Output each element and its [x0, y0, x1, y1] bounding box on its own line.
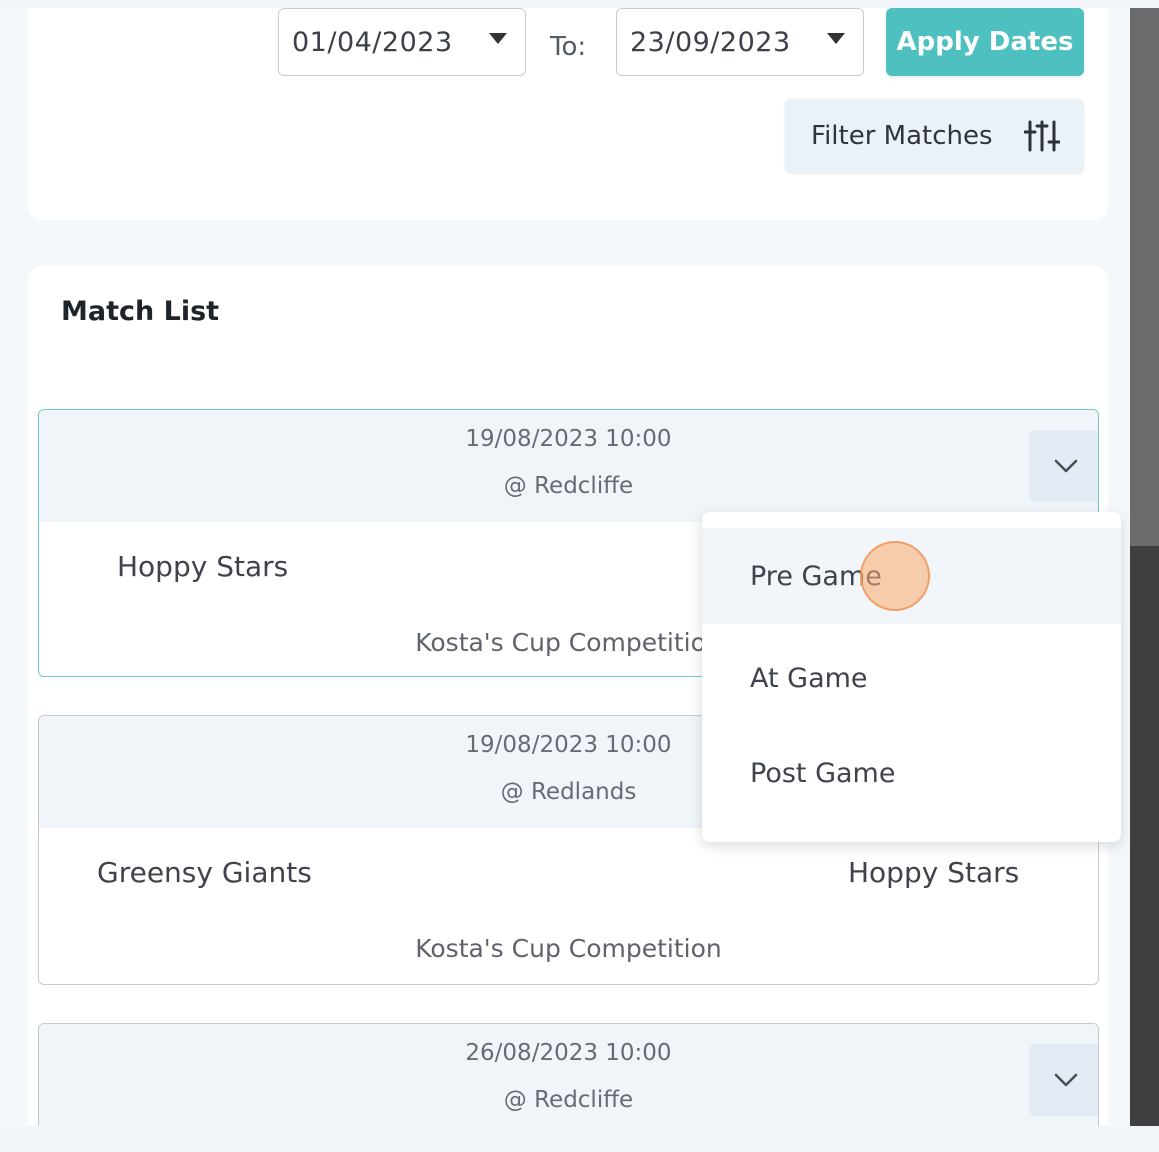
scrollbar-thumb[interactable]	[1130, 8, 1159, 546]
page-viewport: 01/04/2023 To: 23/09/2023 Apply Dates Fi…	[0, 8, 1130, 1126]
match-options-button[interactable]	[1029, 1044, 1098, 1116]
menu-item-at-game[interactable]: At Game	[702, 630, 1121, 726]
match-list-title: Match List	[61, 296, 220, 327]
match-card[interactable]: 26/08/2023 10:00 @ Redcliffe	[38, 1023, 1099, 1126]
menu-item-label: At Game	[750, 662, 868, 694]
from-date-value: 01/04/2023	[292, 26, 453, 58]
to-label: To:	[550, 32, 587, 62]
menu-item-post-game[interactable]: Post Game	[702, 725, 1121, 821]
home-team: Greensy Giants	[97, 856, 312, 889]
match-header: 26/08/2023 10:00 @ Redcliffe	[39, 1024, 1098, 1126]
match-datetime: 26/08/2023 10:00	[465, 1040, 672, 1066]
caret-down-icon	[827, 33, 845, 44]
match-header: 19/08/2023 10:00 @ Redcliffe	[39, 410, 1098, 522]
scrollbar[interactable]	[1130, 8, 1159, 1126]
to-date-select[interactable]: 23/09/2023	[616, 8, 864, 76]
home-team: Hoppy Stars	[117, 550, 289, 583]
menu-item-label: Post Game	[750, 757, 896, 789]
apply-dates-button[interactable]: Apply Dates	[886, 8, 1084, 76]
match-datetime: 19/08/2023 10:00	[465, 426, 672, 452]
match-competition: Kosta's Cup Competition	[415, 934, 722, 963]
match-venue: @ Redcliffe	[503, 1087, 634, 1113]
click-indicator	[860, 541, 930, 611]
filter-matches-label: Filter Matches	[811, 121, 993, 151]
chevron-down-icon	[1054, 459, 1078, 473]
chevron-down-icon	[1054, 1073, 1078, 1087]
caret-down-icon	[489, 33, 507, 44]
away-team: Hoppy Stars	[848, 856, 1020, 889]
match-options-button[interactable]	[1029, 430, 1098, 502]
sliders-icon	[1024, 120, 1060, 152]
filter-matches-button[interactable]: Filter Matches	[785, 99, 1084, 173]
from-date-select[interactable]: 01/04/2023	[278, 8, 526, 76]
match-venue: @ Redcliffe	[503, 473, 634, 499]
to-date-value: 23/09/2023	[630, 26, 791, 58]
